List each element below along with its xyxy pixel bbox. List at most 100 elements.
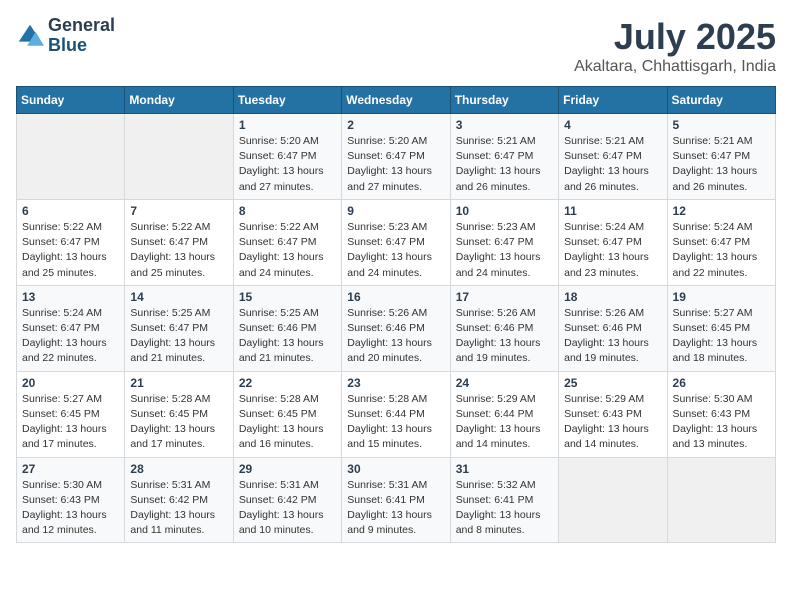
weekday-header-monday: Monday	[125, 87, 233, 114]
day-number: 23	[347, 376, 444, 390]
calendar-cell	[559, 457, 667, 543]
day-info: Sunrise: 5:31 AM Sunset: 6:42 PM Dayligh…	[239, 478, 336, 539]
day-info: Sunrise: 5:24 AM Sunset: 6:47 PM Dayligh…	[564, 220, 661, 281]
day-number: 28	[130, 462, 227, 476]
weekday-header-saturday: Saturday	[667, 87, 775, 114]
calendar-cell: 12Sunrise: 5:24 AM Sunset: 6:47 PM Dayli…	[667, 199, 775, 285]
day-info: Sunrise: 5:31 AM Sunset: 6:42 PM Dayligh…	[130, 478, 227, 539]
day-number: 18	[564, 290, 661, 304]
day-info: Sunrise: 5:20 AM Sunset: 6:47 PM Dayligh…	[239, 134, 336, 195]
day-number: 5	[673, 118, 770, 132]
calendar-cell	[667, 457, 775, 543]
day-info: Sunrise: 5:22 AM Sunset: 6:47 PM Dayligh…	[22, 220, 119, 281]
calendar-cell: 18 Sunrise: 5:26 AM Sunset: 6:46 PM Dayli…	[559, 285, 667, 371]
calendar-cell: 11 Sunrise: 5:24 AM Sunset: 6:47 PM Dayli…	[559, 199, 667, 285]
day-number: 14	[130, 290, 227, 304]
day-number: 9	[347, 204, 444, 218]
calendar-cell: 7 Sunrise: 5:22 AM Sunset: 6:47 PM Daylig…	[125, 199, 233, 285]
day-number: 17	[456, 290, 553, 304]
day-number: 11	[564, 204, 661, 218]
day-number: 15	[239, 290, 336, 304]
day-number: 30	[347, 462, 444, 476]
calendar-cell: 26 Sunrise: 5:30 AM Sunset: 6:43 PM Dayli…	[667, 371, 775, 457]
day-info: Sunrise: 5:30 AM Sunset: 6:43 PM Dayligh…	[22, 478, 119, 539]
calendar-cell: 14 Sunrise: 5:25 AM Sunset: 6:47 PM Dayli…	[125, 285, 233, 371]
calendar-week-1: 1 Sunrise: 5:20 AM Sunset: 6:47 PM Daylig…	[17, 114, 776, 200]
calendar-cell: 13Sunrise: 5:24 AM Sunset: 6:47 PM Dayli…	[17, 285, 125, 371]
calendar-cell: 16 Sunrise: 5:26 AM Sunset: 6:46 PM Dayli…	[342, 285, 450, 371]
calendar-cell: 10 Sunrise: 5:23 AM Sunset: 6:47 PM Dayli…	[450, 199, 558, 285]
calendar-header: SundayMondayTuesdayWednesdayThursdayFrid…	[17, 87, 776, 114]
day-number: 24	[456, 376, 553, 390]
weekday-header-friday: Friday	[559, 87, 667, 114]
day-info: Sunrise: 5:22 AM Sunset: 6:47 PM Dayligh…	[239, 220, 336, 281]
calendar-cell: 2 Sunrise: 5:20 AM Sunset: 6:47 PM Daylig…	[342, 114, 450, 200]
day-info: Sunrise: 5:26 AM Sunset: 6:46 PM Dayligh…	[564, 306, 661, 367]
day-number: 10	[456, 204, 553, 218]
day-info: Sunrise: 5:26 AM Sunset: 6:46 PM Dayligh…	[347, 306, 444, 367]
day-number: 6	[22, 204, 119, 218]
calendar-cell: 4Sunrise: 5:21 AM Sunset: 6:47 PM Daylig…	[559, 114, 667, 200]
weekday-header-row: SundayMondayTuesdayWednesdayThursdayFrid…	[17, 87, 776, 114]
weekday-header-sunday: Sunday	[17, 87, 125, 114]
day-info: Sunrise: 5:25 AM Sunset: 6:47 PM Dayligh…	[130, 306, 227, 367]
calendar-week-5: 27 Sunrise: 5:30 AM Sunset: 6:43 PM Dayli…	[17, 457, 776, 543]
day-info: Sunrise: 5:23 AM Sunset: 6:47 PM Dayligh…	[456, 220, 553, 281]
day-info: Sunrise: 5:30 AM Sunset: 6:43 PM Dayligh…	[673, 392, 770, 453]
calendar-table: SundayMondayTuesdayWednesdayThursdayFrid…	[16, 86, 776, 543]
day-number: 1	[239, 118, 336, 132]
day-number: 20	[22, 376, 119, 390]
calendar-cell: 31Sunrise: 5:32 AM Sunset: 6:41 PM Dayli…	[450, 457, 558, 543]
day-number: 2	[347, 118, 444, 132]
day-info: Sunrise: 5:20 AM Sunset: 6:47 PM Dayligh…	[347, 134, 444, 195]
logo-line1: General	[48, 16, 115, 36]
calendar-cell: 5 Sunrise: 5:21 AM Sunset: 6:47 PM Daylig…	[667, 114, 775, 200]
calendar-title: July 2025	[574, 16, 776, 58]
day-number: 27	[22, 462, 119, 476]
day-number: 16	[347, 290, 444, 304]
calendar-cell	[17, 114, 125, 200]
day-info: Sunrise: 5:23 AM Sunset: 6:47 PM Dayligh…	[347, 220, 444, 281]
calendar-cell: 29Sunrise: 5:31 AM Sunset: 6:42 PM Dayli…	[233, 457, 341, 543]
day-info: Sunrise: 5:32 AM Sunset: 6:41 PM Dayligh…	[456, 478, 553, 539]
calendar-cell: 23 Sunrise: 5:28 AM Sunset: 6:44 PM Dayli…	[342, 371, 450, 457]
calendar-cell: 19Sunrise: 5:27 AM Sunset: 6:45 PM Dayli…	[667, 285, 775, 371]
day-info: Sunrise: 5:24 AM Sunset: 6:47 PM Dayligh…	[673, 220, 770, 281]
logo-line2: Blue	[48, 36, 115, 56]
calendar-subtitle: Akaltara, Chhattisgarh, India	[574, 58, 776, 76]
day-number: 21	[130, 376, 227, 390]
calendar-cell: 8Sunrise: 5:22 AM Sunset: 6:47 PM Daylig…	[233, 199, 341, 285]
calendar-cell: 20Sunrise: 5:27 AM Sunset: 6:45 PM Dayli…	[17, 371, 125, 457]
day-info: Sunrise: 5:28 AM Sunset: 6:45 PM Dayligh…	[239, 392, 336, 453]
calendar-cell	[125, 114, 233, 200]
day-info: Sunrise: 5:29 AM Sunset: 6:44 PM Dayligh…	[456, 392, 553, 453]
logo: General Blue	[16, 16, 115, 56]
calendar-cell: 15Sunrise: 5:25 AM Sunset: 6:46 PM Dayli…	[233, 285, 341, 371]
day-number: 25	[564, 376, 661, 390]
day-info: Sunrise: 5:22 AM Sunset: 6:47 PM Dayligh…	[130, 220, 227, 281]
calendar-cell: 3 Sunrise: 5:21 AM Sunset: 6:47 PM Daylig…	[450, 114, 558, 200]
calendar-cell: 27 Sunrise: 5:30 AM Sunset: 6:43 PM Dayli…	[17, 457, 125, 543]
day-info: Sunrise: 5:27 AM Sunset: 6:45 PM Dayligh…	[673, 306, 770, 367]
calendar-cell: 1 Sunrise: 5:20 AM Sunset: 6:47 PM Daylig…	[233, 114, 341, 200]
day-number: 7	[130, 204, 227, 218]
day-number: 4	[564, 118, 661, 132]
day-number: 26	[673, 376, 770, 390]
calendar-cell: 25 Sunrise: 5:29 AM Sunset: 6:43 PM Dayli…	[559, 371, 667, 457]
weekday-header-wednesday: Wednesday	[342, 87, 450, 114]
calendar-cell: 17 Sunrise: 5:26 AM Sunset: 6:46 PM Dayli…	[450, 285, 558, 371]
calendar-cell: 30Sunrise: 5:31 AM Sunset: 6:41 PM Dayli…	[342, 457, 450, 543]
day-info: Sunrise: 5:29 AM Sunset: 6:43 PM Dayligh…	[564, 392, 661, 453]
calendar-cell: 24 Sunrise: 5:29 AM Sunset: 6:44 PM Dayli…	[450, 371, 558, 457]
day-info: Sunrise: 5:28 AM Sunset: 6:44 PM Dayligh…	[347, 392, 444, 453]
day-info: Sunrise: 5:21 AM Sunset: 6:47 PM Dayligh…	[456, 134, 553, 195]
weekday-header-tuesday: Tuesday	[233, 87, 341, 114]
day-info: Sunrise: 5:26 AM Sunset: 6:46 PM Dayligh…	[456, 306, 553, 367]
day-number: 3	[456, 118, 553, 132]
calendar-week-3: 13Sunrise: 5:24 AM Sunset: 6:47 PM Dayli…	[17, 285, 776, 371]
day-info: Sunrise: 5:21 AM Sunset: 6:47 PM Dayligh…	[673, 134, 770, 195]
day-info: Sunrise: 5:24 AM Sunset: 6:47 PM Dayligh…	[22, 306, 119, 367]
calendar-cell: 9 Sunrise: 5:23 AM Sunset: 6:47 PM Daylig…	[342, 199, 450, 285]
day-info: Sunrise: 5:28 AM Sunset: 6:45 PM Dayligh…	[130, 392, 227, 453]
logo-icon	[16, 22, 44, 50]
